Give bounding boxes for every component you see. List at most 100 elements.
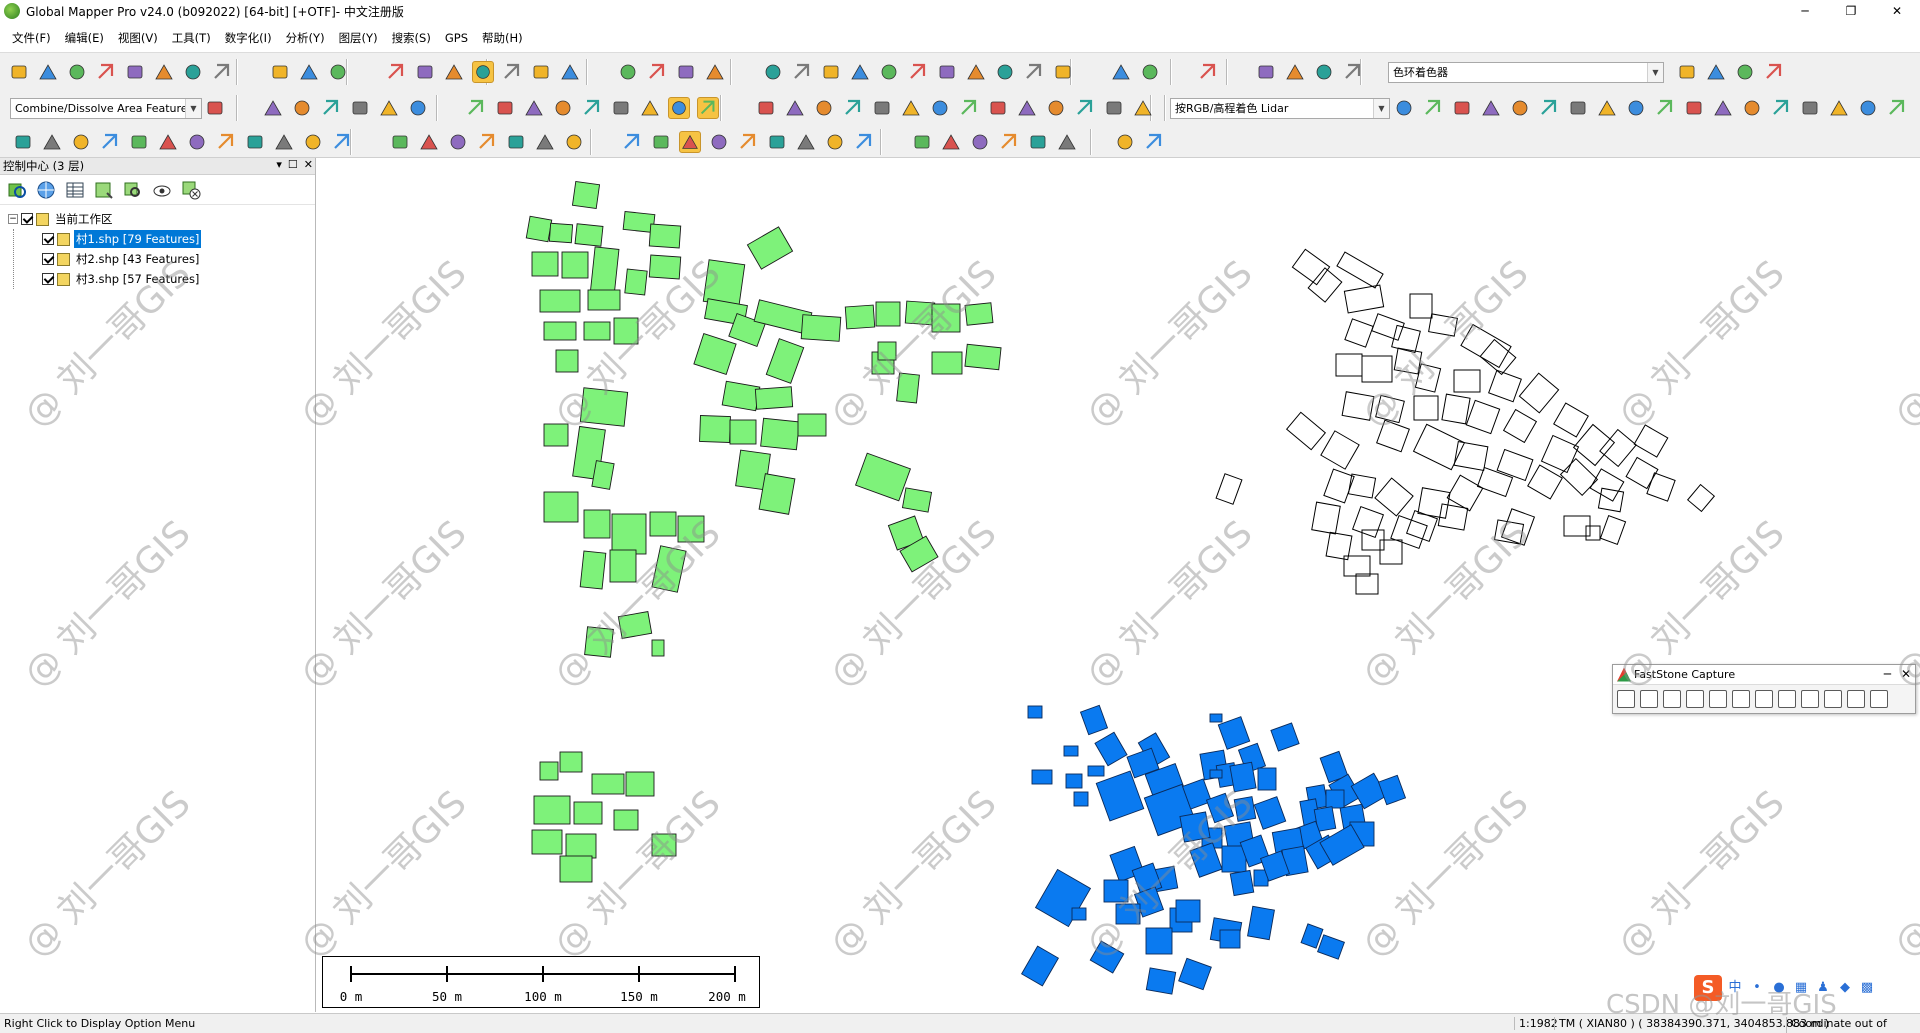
- toolbar-tool-icon[interactable]: [969, 131, 991, 153]
- building-polygon[interactable]: [1502, 408, 1538, 444]
- skin-icon[interactable]: ◆: [1836, 979, 1854, 997]
- toolbar-tool-icon[interactable]: [552, 97, 574, 119]
- building-polygon[interactable]: [1361, 355, 1393, 383]
- building-polygon[interactable]: [904, 300, 936, 326]
- toolbar-tool-icon[interactable]: [1313, 61, 1335, 83]
- toolbar-tool-icon[interactable]: [530, 61, 552, 83]
- building-polygon[interactable]: [1518, 372, 1560, 414]
- zoom-to-layer-icon[interactable]: [6, 179, 28, 201]
- toolbar-tool-icon[interactable]: [650, 131, 672, 153]
- building-polygon[interactable]: [584, 626, 614, 658]
- building-polygon[interactable]: [1493, 519, 1525, 545]
- toolbar-tool-icon[interactable]: [737, 131, 759, 153]
- menu-tools[interactable]: 工具(T): [172, 30, 211, 46]
- toolbar-tool-icon[interactable]: [447, 131, 469, 153]
- toolbar-tool-icon[interactable]: [936, 61, 958, 83]
- toolbar-tool-icon[interactable]: [1625, 97, 1647, 119]
- toolbar-tool-icon[interactable]: [443, 61, 465, 83]
- building-polygon[interactable]: [1347, 473, 1377, 499]
- building-polygon[interactable]: [543, 423, 569, 447]
- capture-fullscreen-icon[interactable]: [1732, 690, 1750, 708]
- building-polygon[interactable]: [693, 332, 737, 376]
- keyboard-icon[interactable]: ▦: [1792, 979, 1810, 997]
- toolbar-tool-icon[interactable]: [153, 61, 175, 83]
- toolbar-tool-icon[interactable]: [269, 61, 291, 83]
- toolbar-tool-icon[interactable]: [1422, 97, 1444, 119]
- toolbar-tool-icon[interactable]: [842, 97, 864, 119]
- toolbar-tool-icon[interactable]: [766, 131, 788, 153]
- layer-2-checkbox[interactable]: [42, 253, 54, 265]
- toolbar-tool-icon[interactable]: [853, 131, 875, 153]
- building-polygon[interactable]: [1377, 774, 1407, 806]
- building-polygon[interactable]: [1589, 468, 1625, 502]
- menu-digitize[interactable]: 数字化(I): [225, 30, 272, 46]
- building-polygon[interactable]: [531, 251, 559, 277]
- toolbar-tool-icon[interactable]: [639, 97, 661, 119]
- toolbar-tool-icon[interactable]: [1451, 97, 1473, 119]
- toolbar-tool-icon[interactable]: [41, 131, 63, 153]
- menu-search[interactable]: 搜索(S): [392, 30, 431, 46]
- toolbar-tool-icon[interactable]: [12, 131, 34, 153]
- building-polygon[interactable]: [1087, 765, 1105, 777]
- building-polygon[interactable]: [758, 473, 796, 515]
- menu-view[interactable]: 视图(V): [118, 30, 158, 46]
- layer-item-1[interactable]: 村1.shp [79 Features]: [0, 229, 315, 249]
- building-polygon[interactable]: [1209, 713, 1223, 723]
- toolbar-tool-icon[interactable]: [1770, 97, 1792, 119]
- toolbar-tool-icon[interactable]: [1027, 131, 1049, 153]
- toolbar-tool-icon[interactable]: [494, 97, 516, 119]
- building-polygon[interactable]: [765, 338, 805, 384]
- toolbar-tool-icon[interactable]: [66, 61, 88, 83]
- building-polygon[interactable]: [651, 639, 665, 657]
- punctuation-icon[interactable]: •: [1748, 979, 1766, 997]
- building-polygon[interactable]: [1229, 761, 1257, 793]
- layer-item-2[interactable]: 村2.shp [43 Features]: [0, 249, 315, 269]
- building-polygon[interactable]: [1527, 464, 1563, 500]
- toolbar-tool-icon[interactable]: [291, 97, 313, 119]
- building-polygon[interactable]: [651, 833, 677, 857]
- toolbar-tool-icon[interactable]: [784, 97, 806, 119]
- toolbar-tool-icon[interactable]: [911, 131, 933, 153]
- attribute-table-icon[interactable]: [64, 179, 86, 201]
- toolbar-tool-icon[interactable]: [940, 131, 962, 153]
- building-polygon[interactable]: [1247, 905, 1275, 941]
- toolbar-tool-icon[interactable]: [327, 61, 349, 83]
- toolbar-tool-icon[interactable]: [907, 61, 929, 83]
- building-polygon[interactable]: [587, 289, 621, 311]
- building-polygon[interactable]: [1355, 573, 1379, 595]
- collapse-icon[interactable]: −: [8, 214, 18, 224]
- building-polygon[interactable]: [625, 771, 655, 797]
- building-polygon[interactable]: [1233, 796, 1257, 822]
- building-polygon[interactable]: [1585, 525, 1601, 541]
- building-polygon[interactable]: [1553, 402, 1589, 438]
- globe-icon[interactable]: [35, 179, 57, 201]
- building-polygon[interactable]: [565, 833, 597, 859]
- eye-icon[interactable]: [151, 179, 173, 201]
- building-polygon[interactable]: [800, 314, 842, 342]
- building-polygon[interactable]: [561, 251, 589, 279]
- toolbar-tool-icon[interactable]: [1023, 61, 1045, 83]
- toolbar-tool-icon[interactable]: [244, 131, 266, 153]
- toolbar-tool-icon[interactable]: [1103, 97, 1125, 119]
- building-polygon[interactable]: [1633, 424, 1669, 458]
- toolbox-icon[interactable]: ▩: [1858, 979, 1876, 997]
- toolbar-tool-icon[interactable]: [1734, 61, 1756, 83]
- capture-object-icon[interactable]: [1663, 690, 1681, 708]
- toolbar-tool-icon[interactable]: [1654, 97, 1676, 119]
- toolbar-tool-icon[interactable]: [1857, 97, 1879, 119]
- building-polygon[interactable]: [1115, 903, 1141, 925]
- toolbar-tool-icon[interactable]: [795, 131, 817, 153]
- screen-recorder-icon[interactable]: [1801, 690, 1819, 708]
- toolbar-tool-icon[interactable]: [414, 61, 436, 83]
- layer-3-checkbox[interactable]: [42, 273, 54, 285]
- toolbar-tool-icon[interactable]: [378, 97, 400, 119]
- building-polygon[interactable]: [1393, 347, 1423, 375]
- settings-icon[interactable]: [1870, 690, 1888, 708]
- toolbar-tool-icon[interactable]: [871, 97, 893, 119]
- map-view[interactable]: 0 m 50 m 100 m 150 m 200 m: [318, 158, 1920, 1012]
- building-polygon[interactable]: [1428, 313, 1458, 337]
- building-polygon[interactable]: [1441, 393, 1471, 425]
- toolbar-tool-icon[interactable]: [987, 97, 1009, 119]
- toolbar-tool-icon[interactable]: [1886, 97, 1908, 119]
- building-polygon[interactable]: [613, 809, 639, 831]
